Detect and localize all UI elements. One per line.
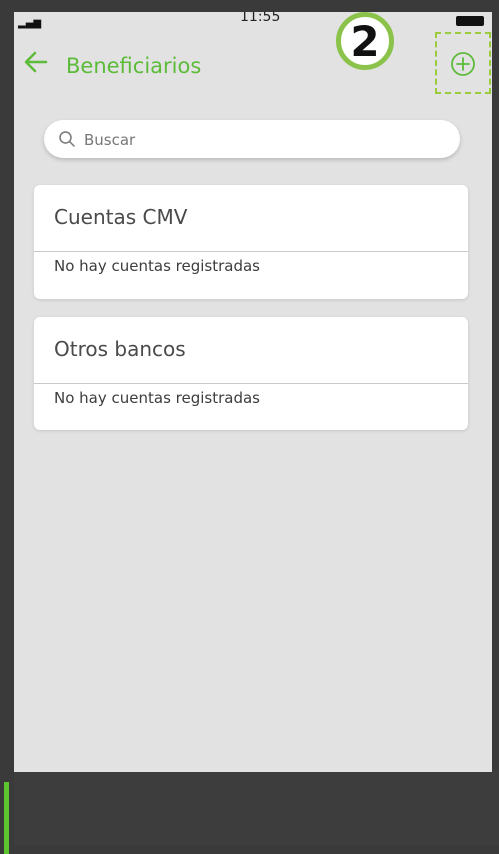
empty-message: No hay cuentas registradas bbox=[54, 389, 260, 407]
search-input[interactable] bbox=[82, 120, 446, 160]
page-title: Beneficiarios bbox=[66, 54, 202, 78]
arrow-left-icon[interactable] bbox=[22, 48, 50, 76]
left-rail bbox=[0, 12, 14, 854]
screenshot-frame: ▂▄▆ 11:55 Beneficiarios 2 Buscar Cuentas… bbox=[0, 0, 499, 854]
app-header: Beneficiarios bbox=[14, 40, 492, 90]
battery-icon bbox=[456, 16, 484, 26]
empty-message: No hay cuentas registradas bbox=[54, 257, 260, 275]
divider bbox=[34, 383, 468, 384]
status-time: 11:55 bbox=[240, 12, 281, 25]
section-title: Otros bancos bbox=[54, 337, 186, 361]
status-bar: ▂▄▆ 11:55 bbox=[14, 12, 492, 34]
step-badge: 2 bbox=[336, 12, 394, 70]
search-bar[interactable] bbox=[44, 120, 460, 160]
add-button-highlight bbox=[435, 32, 491, 94]
divider bbox=[34, 251, 468, 252]
left-rail-accent bbox=[4, 782, 9, 854]
section-card-otros-bancos[interactable]: Otros bancos No hay cuentas registradas bbox=[34, 317, 468, 430]
signal-icon: ▂▄▆ bbox=[18, 18, 42, 29]
search-icon bbox=[58, 130, 76, 148]
bottom-band bbox=[0, 770, 499, 845]
phone-screen: ▂▄▆ 11:55 Beneficiarios 2 Buscar Cuentas… bbox=[14, 12, 492, 772]
section-card-cmv[interactable]: Cuentas CMV No hay cuentas registradas bbox=[34, 185, 468, 299]
plus-circle-icon[interactable] bbox=[449, 50, 477, 78]
section-title: Cuentas CMV bbox=[54, 205, 188, 229]
